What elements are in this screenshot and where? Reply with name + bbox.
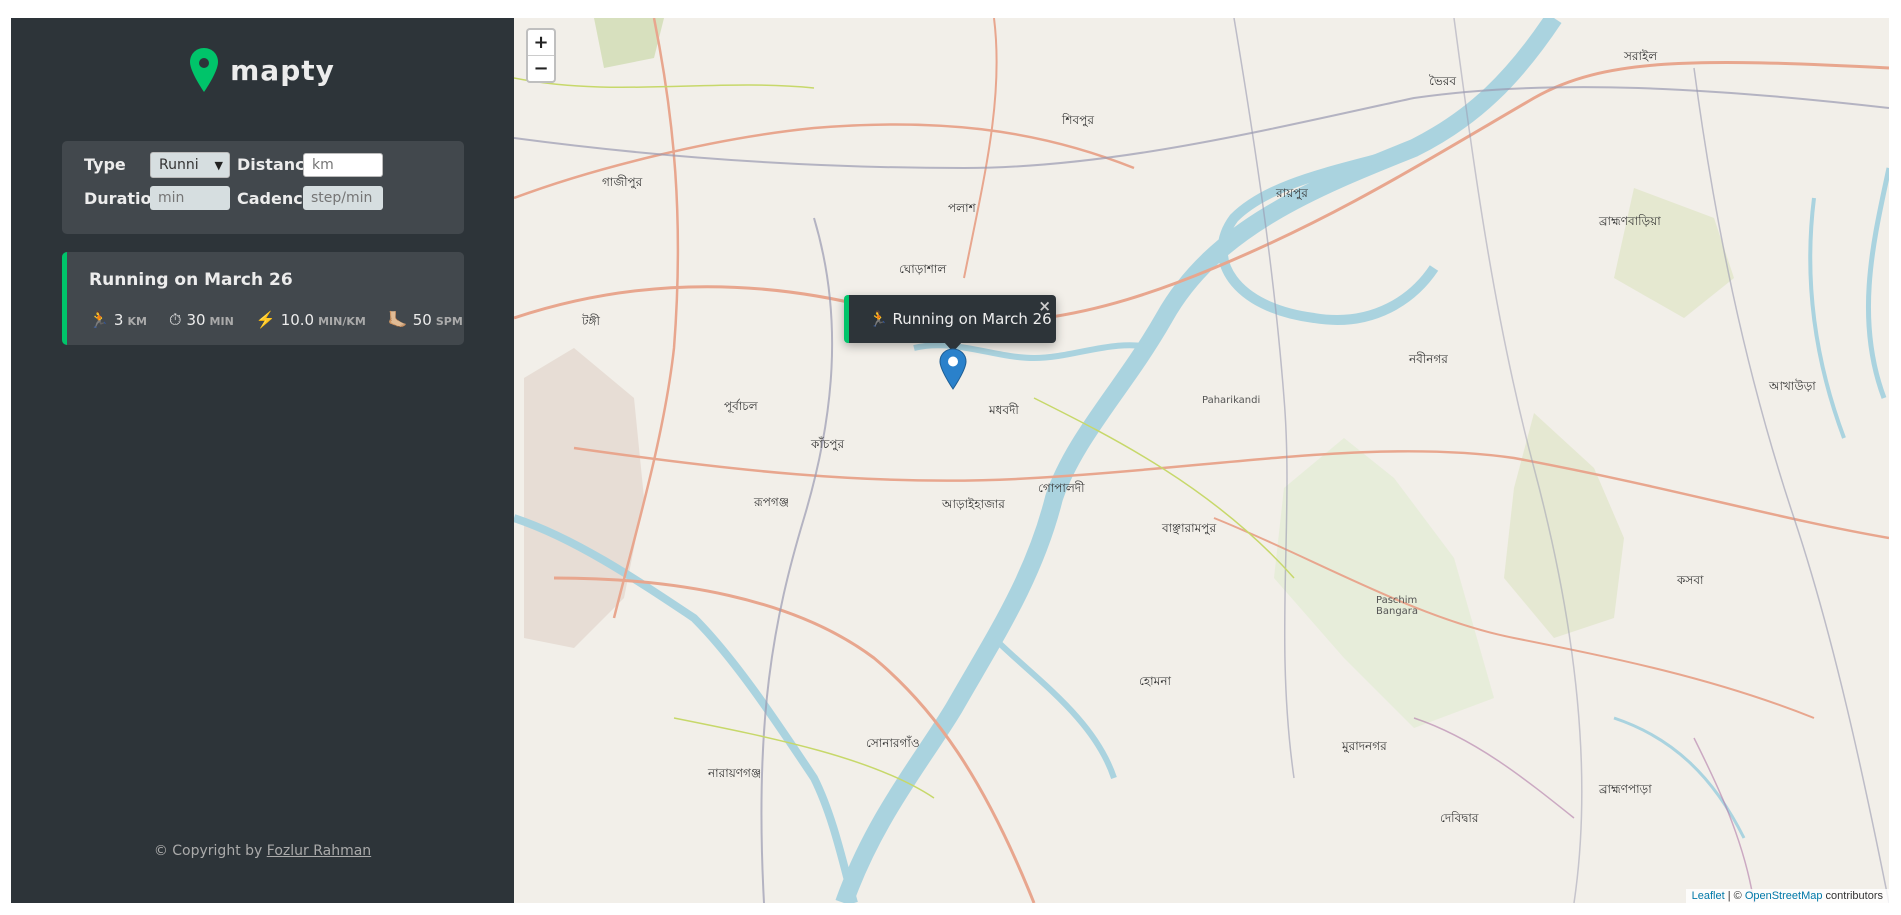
map-label: Paharikandi [1202, 395, 1261, 406]
map-pin-logo-icon [190, 48, 219, 92]
map-label: সরাইল [1624, 49, 1658, 63]
runner-icon: 🏃 [89, 310, 109, 329]
map-label: আখাউড়া [1769, 379, 1816, 393]
map-label: মধবদী [989, 403, 1019, 417]
map-label: আড়াইহাজার [942, 497, 1005, 511]
workout-popup: 🏃 Running on March 26 × [844, 295, 1056, 343]
leaflet-link[interactable]: Leaflet [1692, 890, 1725, 902]
chevron-down-icon: ▼ [214, 158, 223, 172]
map-label: গোপালদী [1038, 481, 1085, 495]
app-container: mapty Type Runni ▼ Distance Duration Cad… [11, 18, 1889, 903]
zoom-in-button[interactable]: + [528, 30, 554, 55]
stopwatch-icon: ⏱ [168, 310, 182, 329]
logo-text: mapty [230, 53, 335, 87]
duration-input[interactable] [150, 186, 230, 210]
map-label: মুরাদনগর [1342, 739, 1387, 753]
map-label: নবীনগর [1409, 352, 1448, 366]
map-label: রূপগঞ্জ [754, 495, 790, 509]
workout-item[interactable]: Running on March 26 🏃 3 km ⏱ 30 min ⚡️ 1… [62, 252, 464, 345]
foot-icon: 🦶🏼 [387, 310, 408, 329]
copyright: © Copyright by Fozlur Rahman [11, 843, 514, 859]
duration-value: 30 [186, 311, 206, 329]
map[interactable]: + − 🏃 Running on March 26 × শিবপুর গাজীপ… [514, 18, 1889, 903]
pace-value: 10.0 [280, 311, 315, 329]
author-link[interactable]: Fozlur Rahman [267, 843, 371, 859]
workout-pace: ⚡️ 10.0 min/km [256, 310, 366, 330]
cadence-input[interactable] [303, 186, 383, 210]
type-label: Type [84, 155, 126, 174]
map-label: দেবিদ্বার [1440, 811, 1479, 825]
map-label: ঘোড়াশাল [899, 262, 947, 276]
sidebar: mapty Type Runni ▼ Distance Duration Cad… [11, 18, 514, 903]
logo: mapty [11, 48, 514, 92]
duration-unit: min [209, 315, 234, 328]
map-label: ব্রাহ্মণপাড়া [1599, 782, 1652, 796]
cadence-value: 50 [412, 311, 432, 329]
copyright-prefix: © Copyright by [153, 843, 263, 859]
map-label: Paschim Bangara [1376, 595, 1419, 617]
type-select-value: Runni [159, 157, 199, 173]
cadence-unit: spm [435, 315, 463, 328]
map-label: ভৈরব [1429, 74, 1457, 88]
map-label: ব্রাহ্মণবাড়িয়া [1599, 214, 1661, 228]
distance-value: 3 [113, 311, 124, 329]
pace-unit: min/km [318, 315, 366, 328]
map-label: টঙ্গী [582, 314, 600, 328]
lightning-icon: ⚡️ [255, 310, 276, 329]
map-label: হোমনা [1139, 674, 1171, 688]
distance-input[interactable] [303, 153, 383, 177]
workout-duration: ⏱ 30 min [169, 310, 234, 330]
map-label: কসবা [1677, 573, 1704, 587]
workout-form: Type Runni ▼ Distance Duration Cadence [62, 141, 464, 234]
map-attribution: Leaflet | © OpenStreetMap contributors [1685, 889, 1889, 903]
distance-unit: km [127, 315, 147, 328]
workout-title: Running on March 26 [89, 270, 293, 290]
map-label: রায়পুর [1276, 186, 1308, 200]
map-label: শিবপুর [1062, 113, 1094, 127]
workout-distance: 🏃 3 km [89, 310, 147, 330]
workout-cadence: 🦶🏼 50 spm [388, 310, 463, 330]
map-label: নারায়ণগঞ্জ [708, 766, 762, 780]
map-label: পলাশ [948, 201, 976, 215]
attribution-suffix: contributors [1822, 890, 1883, 902]
map-marker-icon[interactable] [939, 348, 967, 390]
map-label: বাঞ্ছারামপুর [1162, 521, 1217, 535]
map-label: কাঁচপুর [811, 437, 845, 451]
osm-link[interactable]: OpenStreetMap [1745, 890, 1823, 902]
zoom-out-button[interactable]: − [528, 55, 554, 81]
map-label: সোনারগাঁও [866, 736, 920, 750]
popup-close-button[interactable]: × [1038, 297, 1051, 315]
workout-details: 🏃 3 km ⏱ 30 min ⚡️ 10.0 min/km 🦶🏼 50 [89, 310, 485, 330]
map-label: গাজীপুর [602, 175, 643, 189]
zoom-control: + − [526, 28, 556, 83]
map-label: পূর্বাচল [724, 399, 758, 413]
type-select[interactable]: Runni ▼ [150, 152, 230, 178]
attribution-separator: | © [1724, 890, 1745, 902]
popup-text: 🏃 Running on March 26 [869, 310, 1052, 328]
